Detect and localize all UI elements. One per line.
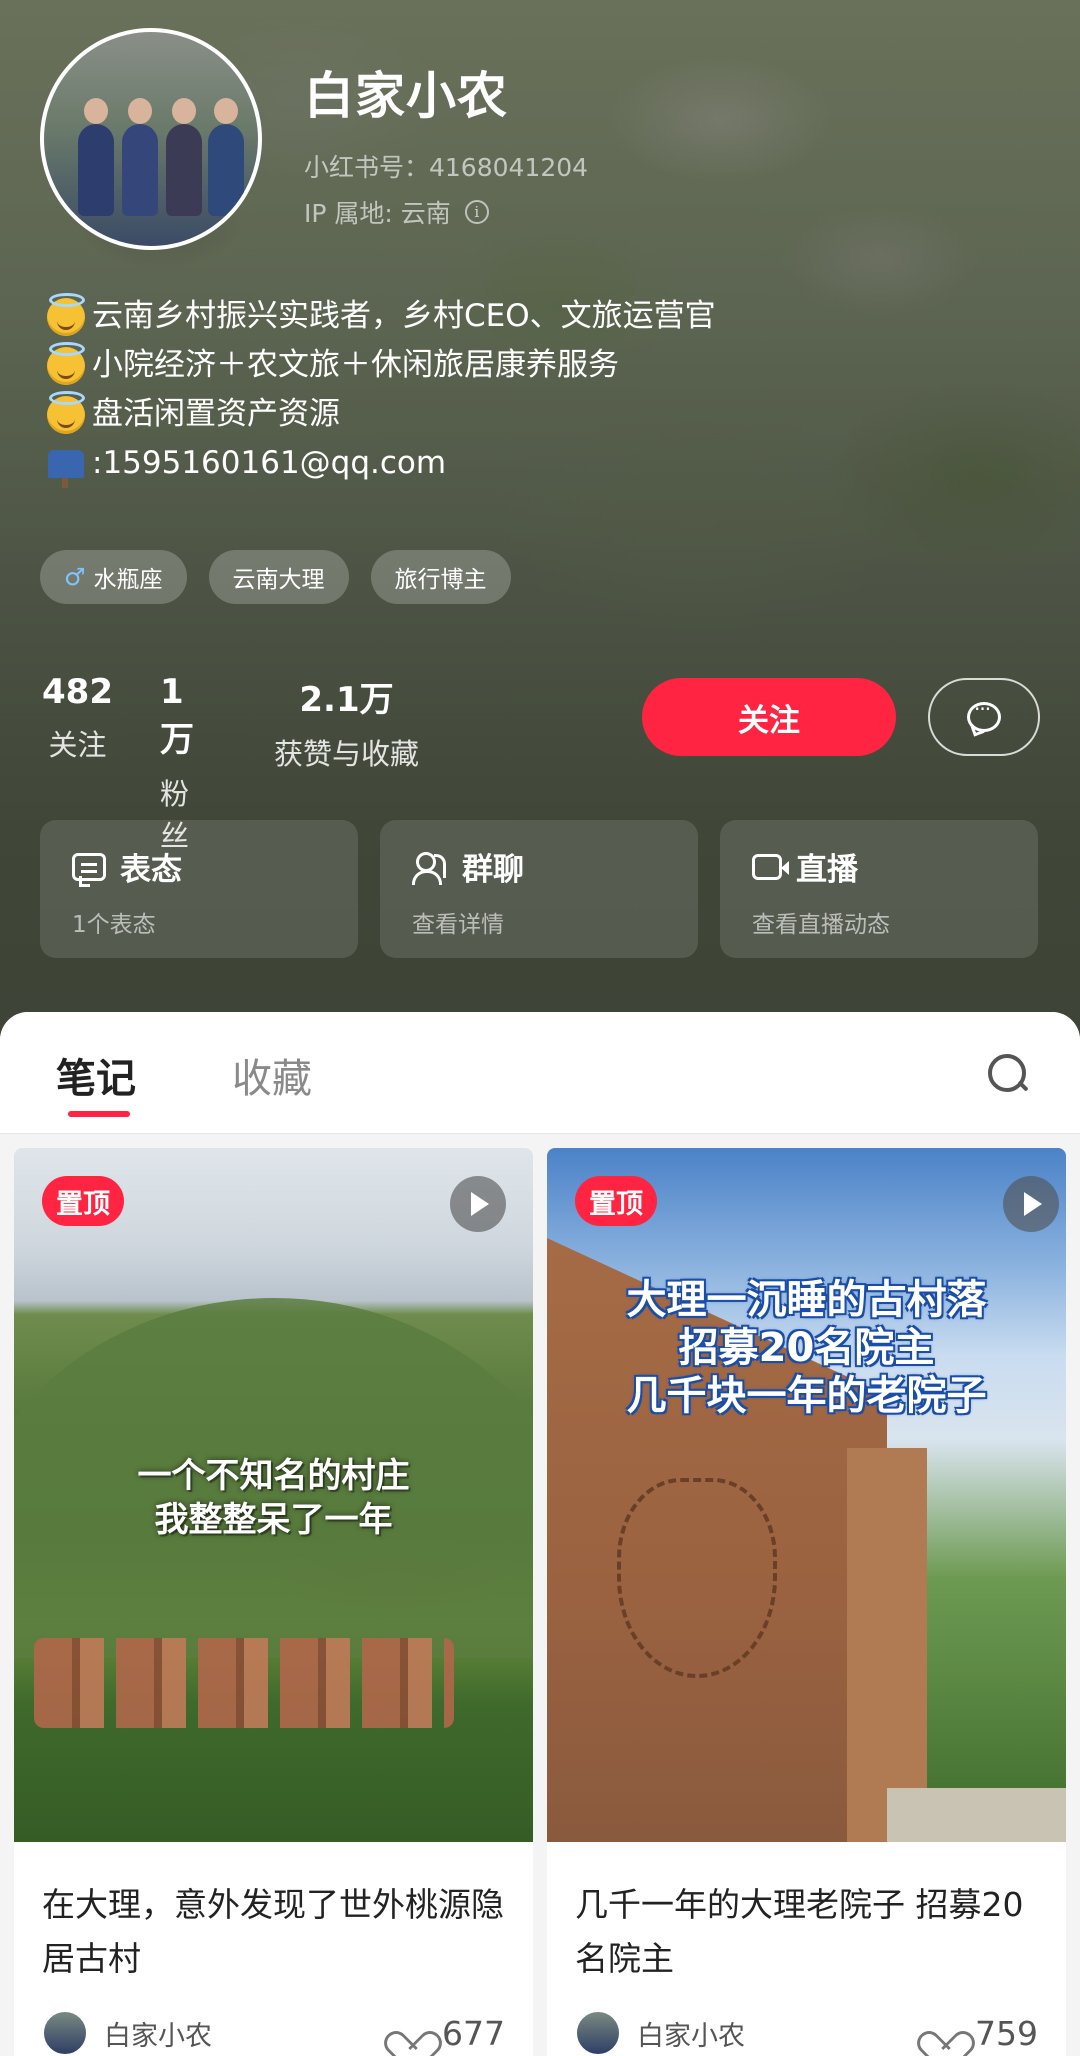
- male-gender-icon: ♂: [64, 563, 86, 591]
- cover-caption-line: 大理一沉睡的古村落: [626, 1277, 987, 1323]
- bio-line: :1595160161@qq.com: [44, 439, 716, 488]
- group-icon: [412, 850, 448, 885]
- cover-road: [887, 1788, 1066, 1842]
- stat-value: 1万: [160, 672, 194, 760]
- note-title[interactable]: 在大理，意外发现了世外桃源隐居古村: [14, 1842, 533, 1992]
- like-count: 677: [442, 2013, 505, 2053]
- avatar-person: [122, 98, 158, 216]
- card-title-row: 直播: [752, 844, 1006, 889]
- cover-village: [34, 1638, 454, 1728]
- author-avatar[interactable]: [42, 2010, 88, 2056]
- stat-value: 2.1万: [299, 680, 394, 720]
- avatar-person: [208, 98, 244, 216]
- follow-button[interactable]: 关注: [642, 678, 896, 756]
- tag-zodiac[interactable]: ♂ 水瓶座: [40, 550, 187, 604]
- avatar-person: [166, 98, 202, 216]
- stat-label: 获赞与收藏: [274, 737, 420, 771]
- pinned-badge: 置顶: [42, 1176, 124, 1226]
- avatar-person: [78, 98, 114, 216]
- bio-text: 云南乡村振兴实践者，乡村CEO、文旅运营官: [92, 298, 716, 334]
- notes-feed: 置顶 一个不知名的村庄 我整整呆了一年 在大理，意外发现了世外桃源隐居古村 白家…: [14, 1148, 1066, 2056]
- angel-smile-emoji-icon: [44, 390, 88, 437]
- cover-caption-line: 招募20名院主: [678, 1325, 935, 1371]
- tab-bar: 笔记 收藏: [0, 1012, 1080, 1134]
- cover-caption-line: 几千块一年的老院子: [626, 1373, 987, 1419]
- cover-bull-skull-mural: [617, 1478, 777, 1678]
- tag-location[interactable]: 云南大理: [208, 550, 349, 604]
- note-title[interactable]: 几千一年的大理老院子 招募20名院主: [547, 1842, 1066, 1992]
- active-tab-indicator: [68, 1111, 130, 1117]
- author-avatar[interactable]: [575, 2010, 621, 2056]
- bio-email: :1595160161@qq.com: [92, 445, 447, 481]
- card-title: 群聊: [462, 852, 524, 888]
- author-name[interactable]: 白家小农: [637, 2014, 927, 2053]
- tag-label: 旅行博主: [394, 567, 487, 593]
- pinned-badge: 置顶: [575, 1176, 657, 1226]
- cover-caption-line: 一个不知名的村庄: [137, 1456, 410, 1496]
- redbook-id[interactable]: 小红书号：4168041204: [304, 148, 588, 184]
- tab-notes[interactable]: 笔记: [56, 1046, 136, 1104]
- bio-text: 小院经济＋农文旅＋休闲旅居康养服务: [92, 347, 619, 383]
- ip-location: IP 属地: 云南: [304, 199, 451, 228]
- card-title: 直播: [796, 852, 858, 888]
- video-play-icon: [450, 1176, 506, 1232]
- stat-likes-collects[interactable]: 2.1万 获赞与收藏: [274, 672, 419, 773]
- tag-category[interactable]: 旅行博主: [370, 550, 511, 604]
- video-play-icon: [1003, 1176, 1059, 1232]
- tag-label: 云南大理: [232, 567, 325, 593]
- card-title: 表态: [120, 852, 182, 888]
- profile-bio[interactable]: 云南乡村振兴实践者，乡村CEO、文旅运营官 小院经济＋农文旅＋休闲旅居康养服务 …: [44, 292, 716, 488]
- bio-line: 云南乡村振兴实践者，乡村CEO、文旅运营官: [44, 292, 716, 341]
- stat-value: 482: [42, 672, 113, 712]
- card-group-chat[interactable]: 群聊 查看详情: [380, 820, 698, 958]
- tab-collections[interactable]: 收藏: [232, 1046, 312, 1104]
- note-footer: 白家小农 759: [547, 1992, 1066, 2056]
- cover-caption-line: 我整整呆了一年: [154, 1500, 393, 1540]
- bio-line: 盘活闲置资产资源: [44, 390, 716, 439]
- card-subtitle: 1个表态: [72, 912, 156, 938]
- angel-smile-emoji-icon: [44, 341, 88, 388]
- cover-wall-side: [847, 1448, 927, 1842]
- feature-cards: 表态 1个表态 群聊 查看详情 直播 查看直播动态: [40, 820, 1038, 958]
- search-icon[interactable]: [986, 1052, 1030, 1096]
- profile-name: 白家小农: [304, 67, 508, 125]
- content-panel: 笔记 收藏 置顶 一个不知名的村庄 我整整呆了一年 在大理，意外发现了世外桃源隐…: [0, 1012, 1080, 2056]
- cover-caption: 大理一沉睡的古村落 招募20名院主 几千块一年的老院子: [547, 1276, 1066, 1420]
- heart-icon[interactable]: [927, 2017, 963, 2049]
- ip-location-row: IP 属地: 云南 i: [304, 194, 489, 230]
- tag-label: 水瓶座: [93, 567, 163, 593]
- profile-avatar[interactable]: [40, 28, 262, 250]
- bio-line: 小院经济＋农文旅＋休闲旅居康养服务: [44, 341, 716, 390]
- card-subtitle: 查看详情: [412, 912, 504, 938]
- author-name[interactable]: 白家小农: [104, 2014, 394, 2053]
- card-title-row: 群聊: [412, 844, 666, 889]
- note-card[interactable]: 置顶 大理一沉睡的古村落 招募20名院主 几千块一年的老院子 几千一年的大理老院…: [547, 1148, 1066, 2056]
- card-title-row: 表态: [72, 844, 326, 889]
- note-cover-image[interactable]: 置顶 大理一沉睡的古村落 招募20名院主 几千块一年的老院子: [547, 1148, 1066, 1842]
- cover-caption: 一个不知名的村庄 我整整呆了一年: [14, 1454, 533, 1542]
- profile-tags: ♂ 水瓶座 云南大理 旅行博主: [40, 550, 511, 604]
- card-subtitle: 查看直播动态: [752, 912, 890, 938]
- mailbox-emoji-icon: [44, 442, 88, 488]
- note-footer: 白家小农 677: [14, 1992, 533, 2056]
- bio-text: 盘活闲置资产资源: [92, 396, 340, 432]
- stat-label: 关注: [48, 728, 107, 762]
- live-camera-icon: [752, 853, 789, 880]
- heart-icon[interactable]: [394, 2017, 430, 2049]
- card-reactions[interactable]: 表态 1个表态: [40, 820, 358, 958]
- info-icon[interactable]: i: [464, 200, 489, 224]
- like-count: 759: [975, 2013, 1038, 2053]
- chat-bubble-icon: [967, 697, 1001, 732]
- stat-following[interactable]: 482 关注: [42, 672, 113, 764]
- note-cover-image[interactable]: 置顶 一个不知名的村庄 我整整呆了一年: [14, 1148, 533, 1842]
- comment-icon: [72, 852, 106, 887]
- message-button[interactable]: [928, 678, 1040, 756]
- angel-smile-emoji-icon: [44, 292, 88, 339]
- card-live[interactable]: 直播 查看直播动态: [720, 820, 1038, 958]
- note-card[interactable]: 置顶 一个不知名的村庄 我整整呆了一年 在大理，意外发现了世外桃源隐居古村 白家…: [14, 1148, 533, 2056]
